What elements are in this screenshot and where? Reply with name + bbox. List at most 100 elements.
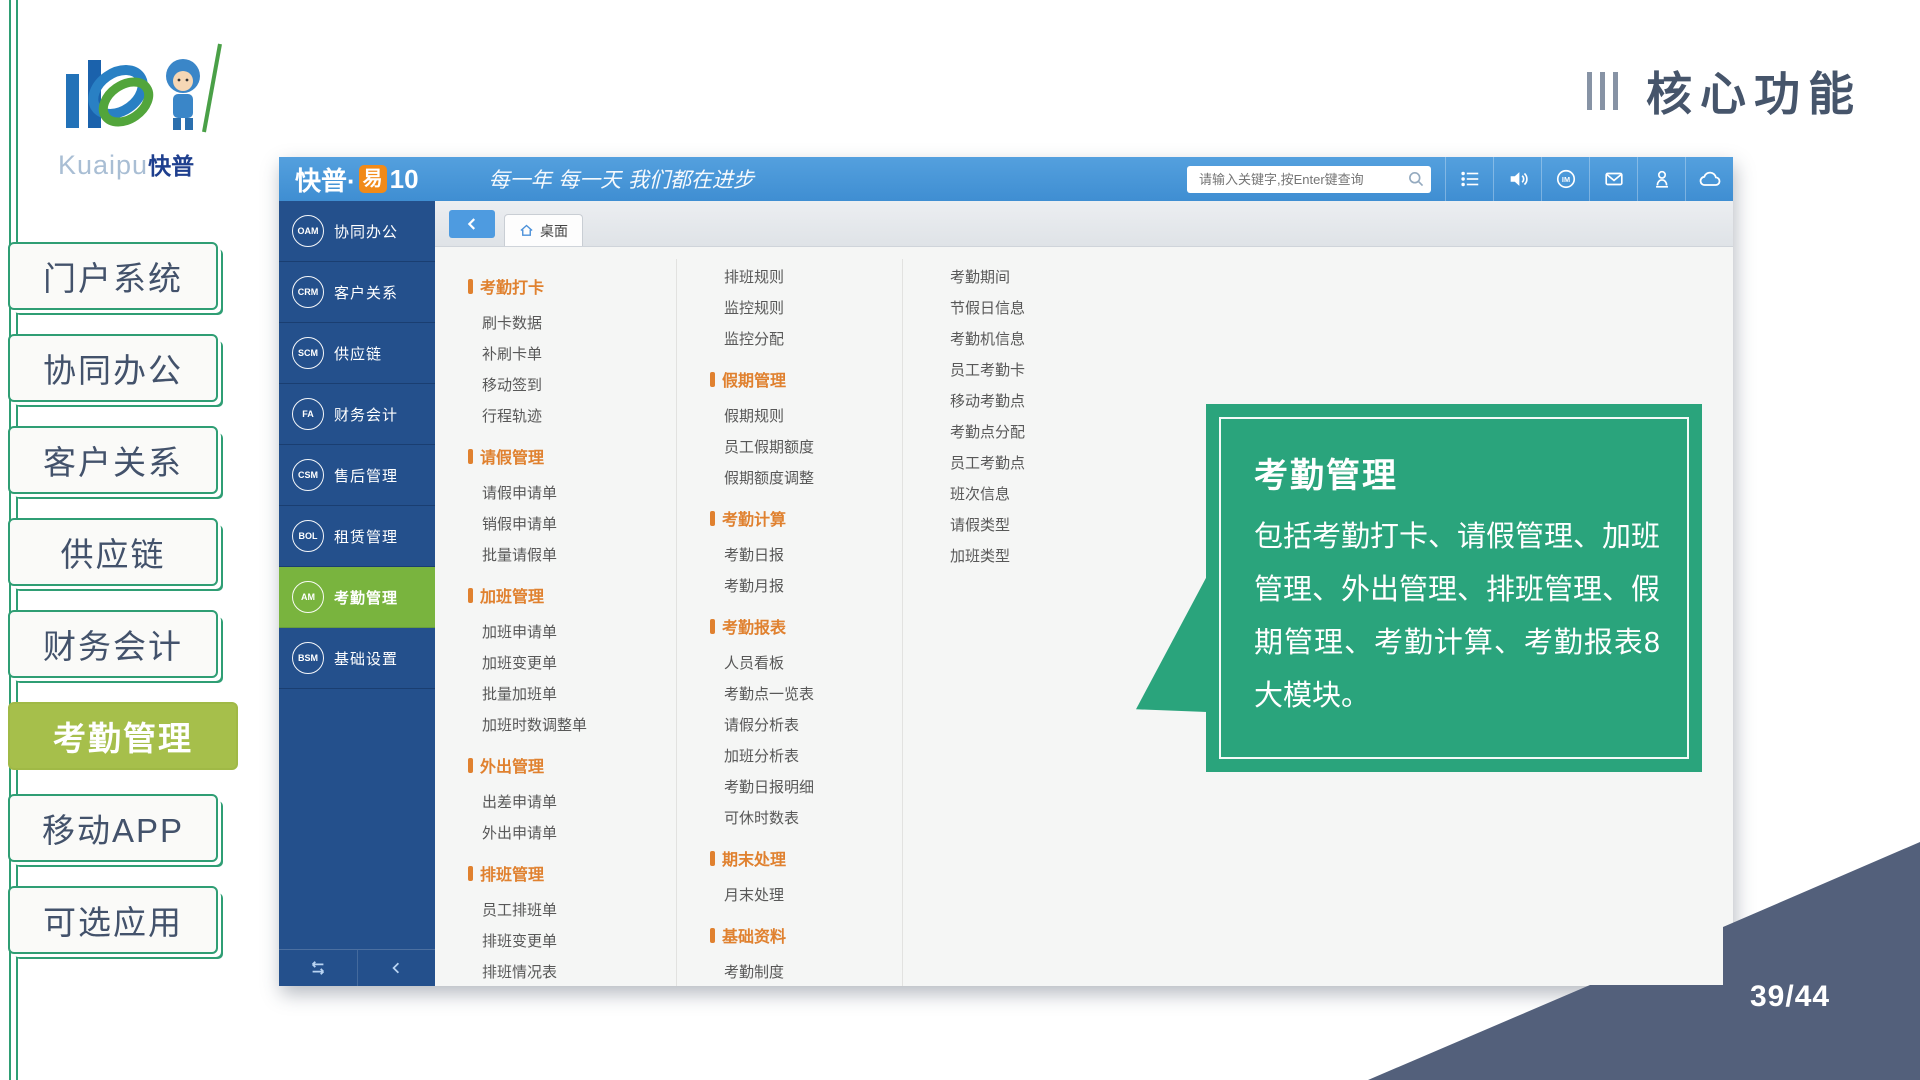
module-label: 客户关系 (334, 282, 398, 303)
side-nav-item-label: 协同办公 (43, 344, 183, 392)
tab-desktop[interactable]: 桌面 (504, 214, 583, 246)
menu-item[interactable]: 加班申请单 (468, 616, 676, 647)
side-nav-item[interactable]: 客户关系 (8, 426, 218, 494)
menu-item[interactable]: 员工考勤点 (936, 447, 1203, 478)
swap-icon[interactable] (279, 950, 357, 986)
module-label: 基础设置 (334, 648, 398, 669)
side-nav-item[interactable]: 供应链 (8, 518, 218, 586)
menu-item[interactable]: 假期规则 (710, 400, 902, 431)
menu-item[interactable]: 批量加班单 (468, 678, 676, 709)
menu-section-header[interactable]: 排班管理 (468, 848, 676, 894)
menu-item[interactable]: 排班规则 (710, 261, 902, 292)
side-nav-item[interactable]: 移动APP (8, 794, 218, 862)
menu-section-header[interactable]: 基础资料 (710, 910, 902, 956)
app-sidebar-item[interactable]: AM 考勤管理 (279, 567, 435, 628)
side-nav-item-label: 移动APP (42, 804, 184, 852)
tab-label: 桌面 (540, 221, 568, 241)
search-icon[interactable] (1407, 170, 1425, 188)
module-label: 财务会计 (334, 404, 398, 425)
menu-item[interactable]: 考勤点分配 (936, 416, 1203, 447)
slide: Kuaipu快普 核心功能 门户系统 协同办公 客户关系 供应链 财务 (0, 0, 1920, 1080)
menu-item[interactable]: 监控分配 (710, 323, 902, 354)
menu-item[interactable]: 人员看板 (710, 647, 902, 678)
app-sidebar-item[interactable]: BOL 租赁管理 (279, 506, 435, 567)
cloud-icon[interactable] (1685, 157, 1733, 201)
menu-item[interactable]: 假期额度调整 (710, 462, 902, 493)
menu-item[interactable]: 考勤月报 (710, 570, 902, 601)
section-bullet (710, 619, 715, 634)
menu-item[interactable]: 加班类型 (936, 540, 1203, 571)
app-sidebar-footer (279, 949, 435, 986)
menu-item[interactable]: 移动签到 (468, 369, 676, 400)
side-nav-item-label: 供应链 (61, 528, 166, 576)
menu-section-header[interactable]: 考勤报表 (710, 601, 902, 647)
menu-section-header[interactable]: 假期管理 (710, 354, 902, 400)
menu-item[interactable]: 刷卡数据 (468, 307, 676, 338)
menu-item[interactable]: 补刷卡单 (468, 338, 676, 369)
side-nav-item[interactable]: 考勤管理 (8, 702, 238, 770)
chevron-left-icon (463, 215, 481, 233)
menu-item[interactable]: 可休时数表 (710, 802, 902, 833)
menu-item[interactable]: 班次信息 (936, 478, 1203, 509)
menu-item[interactable]: 考勤机信息 (936, 323, 1203, 354)
menu-section-header[interactable]: 考勤计算 (710, 493, 902, 539)
side-nav-item[interactable]: 门户系统 (8, 242, 218, 310)
menu-section-header[interactable]: 请假管理 (468, 431, 676, 477)
menu-item[interactable]: 出差申请单 (468, 786, 676, 817)
menu-item[interactable]: 请假申请单 (468, 477, 676, 508)
menu-item[interactable]: 批量请假单 (468, 539, 676, 570)
list-icon[interactable] (1445, 157, 1493, 201)
back-button[interactable] (449, 210, 495, 238)
menu-item[interactable]: 考勤点一览表 (710, 678, 902, 709)
user-icon[interactable] (1637, 157, 1685, 201)
search-input[interactable] (1197, 171, 1407, 188)
menu-item[interactable]: 加班变更单 (468, 647, 676, 678)
menu-item[interactable]: 考勤日报 (710, 539, 902, 570)
side-nav-item[interactable]: 可选应用 (8, 886, 218, 954)
app-sidebar-item[interactable]: BSM 基础设置 (279, 628, 435, 689)
section-bullet (468, 449, 473, 464)
menu-item[interactable]: 考勤制度 (710, 956, 902, 986)
menu-item[interactable]: 销假申请单 (468, 508, 676, 539)
brand-name-cn: 快普 (148, 153, 194, 179)
menu-item[interactable]: 考勤期间 (936, 261, 1203, 292)
app-sidebar-item[interactable]: FA 财务会计 (279, 384, 435, 445)
menu-item[interactable]: 节假日信息 (936, 292, 1203, 323)
menu-section-header[interactable]: 外出管理 (468, 740, 676, 786)
menu-item[interactable]: 移动考勤点 (936, 385, 1203, 416)
menu-item[interactable]: 加班分析表 (710, 740, 902, 771)
side-nav-item[interactable]: 协同办公 (8, 334, 218, 402)
menu-section-header[interactable]: 考勤打卡 (468, 261, 676, 307)
app-sidebar-item[interactable]: CRM 客户关系 (279, 262, 435, 323)
menu-section-header[interactable]: 加班管理 (468, 570, 676, 616)
menu-item[interactable]: 月末处理 (710, 879, 902, 910)
module-badge: BOL (292, 520, 324, 552)
menu-item[interactable]: 员工考勤卡 (936, 354, 1203, 385)
app-sidebar-item[interactable]: SCM 供应链 (279, 323, 435, 384)
app-sidebar-item[interactable]: OAM 协同办公 (279, 201, 435, 262)
app-sidebar-item[interactable]: CSM 售后管理 (279, 445, 435, 506)
module-label: 协同办公 (334, 221, 398, 242)
mail-icon[interactable] (1589, 157, 1637, 201)
menu-item[interactable]: 排班变更单 (468, 925, 676, 956)
menu-item[interactable]: 加班时数调整单 (468, 709, 676, 740)
menu-column: 考勤期间 节假日信息 考勤机信息 (903, 259, 1203, 986)
module-badge: CSM (292, 459, 324, 491)
menu-item[interactable]: 请假分析表 (710, 709, 902, 740)
search-box[interactable] (1187, 166, 1431, 193)
menu-item[interactable]: 行程轨迹 (468, 400, 676, 431)
menu-item[interactable]: 排班情况表 (468, 956, 676, 986)
menu-item[interactable]: 监控规则 (710, 292, 902, 323)
collapse-icon[interactable] (357, 950, 436, 986)
menu-item[interactable]: 员工排班单 (468, 894, 676, 925)
sound-icon[interactable] (1493, 157, 1541, 201)
page-title: 核心功能 (1646, 58, 1862, 124)
menu-item[interactable]: 员工假期额度 (710, 431, 902, 462)
menu-item[interactable]: 请假类型 (936, 509, 1203, 540)
menu-section-header[interactable]: 期末处理 (710, 833, 902, 879)
side-nav-item-label: 考勤管理 (53, 712, 193, 760)
menu-item[interactable]: 外出申请单 (468, 817, 676, 848)
side-nav-item[interactable]: 财务会计 (8, 610, 218, 678)
im-icon[interactable]: IM (1541, 157, 1589, 201)
menu-item[interactable]: 考勤日报明细 (710, 771, 902, 802)
